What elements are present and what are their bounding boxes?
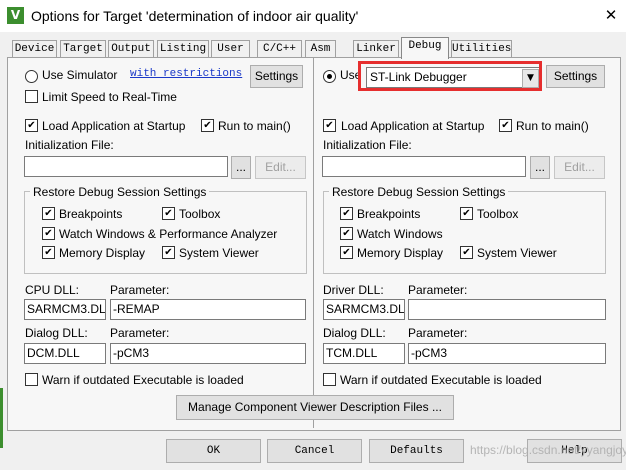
debugger-highlight-box (358, 61, 542, 91)
cancel-button[interactable]: Cancel (267, 439, 362, 463)
watermark-text: https://blog.csdn.net/yyangjoy1 (470, 443, 626, 457)
left-dialog-param-label: Parameter: (110, 326, 170, 340)
right-run-to-main-label: Run to main() (516, 119, 589, 133)
tab-listing[interactable]: Listing (157, 40, 209, 58)
left-warn-checkbox[interactable] (25, 373, 38, 386)
driver-param-label: Parameter: (408, 283, 468, 297)
right-init-file-label: Initialization File: (323, 138, 412, 152)
use-debugger-radio[interactable] (323, 70, 336, 83)
right-settings-button[interactable]: Settings (546, 65, 605, 88)
driver-dll-input[interactable]: SARMCM3.DLL (323, 299, 405, 320)
left-run-to-main-checkbox[interactable]: ✔ (201, 119, 214, 132)
left-system-viewer-label: System Viewer (179, 246, 259, 260)
close-icon[interactable]: ✕ (600, 4, 622, 26)
tab-target[interactable]: Target (60, 40, 106, 58)
left-toolbox-label: Toolbox (179, 207, 221, 221)
right-system-viewer-checkbox[interactable]: ✔ (460, 246, 473, 259)
right-dialog-dll-input[interactable]: TCM.DLL (323, 343, 405, 364)
tab-output[interactable]: Output (108, 40, 154, 58)
right-watch-checkbox[interactable]: ✔ (340, 227, 353, 240)
tab-c-cpp[interactable]: C/C++ (257, 40, 302, 58)
right-load-app-label: Load Application at Startup (341, 119, 485, 133)
left-breakpoints-label: Breakpoints (59, 207, 123, 221)
use-simulator-label: Use Simulator (42, 68, 118, 82)
tab-linker[interactable]: Linker (353, 40, 399, 58)
use-simulator-radio[interactable] (25, 70, 38, 83)
limit-speed-label: Limit Speed to Real-Time (42, 90, 177, 104)
left-load-app-checkbox[interactable]: ✔ (25, 119, 38, 132)
left-run-to-main-label: Run to main() (218, 119, 291, 133)
left-watch-label: Watch Windows & Performance Analyzer (59, 227, 278, 241)
right-toolbox-label: Toolbox (477, 207, 519, 221)
right-dialog-param-input[interactable]: -pCM3 (408, 343, 606, 364)
right-toolbox-checkbox[interactable]: ✔ (460, 207, 473, 220)
cpu-param-label: Parameter: (110, 283, 170, 297)
right-watch-label: Watch Windows (357, 227, 443, 241)
left-dialog-dll-input[interactable]: DCM.DLL (24, 343, 106, 364)
panel-divider (313, 58, 314, 428)
left-system-viewer-checkbox[interactable]: ✔ (162, 246, 175, 259)
right-memory-label: Memory Display (357, 246, 444, 260)
right-load-app-checkbox[interactable]: ✔ (323, 119, 336, 132)
right-browse-button[interactable]: ... (530, 156, 550, 179)
left-edit-button[interactable]: Edit... (255, 156, 306, 179)
cpu-dll-input[interactable]: SARMCM3.DLL (24, 299, 106, 320)
right-dialog-dll-label: Dialog DLL: (323, 326, 386, 340)
window-title: Options for Target 'determination of ind… (31, 8, 359, 24)
right-run-to-main-checkbox[interactable]: ✔ (499, 119, 512, 132)
tab-asm[interactable]: Asm (305, 40, 336, 58)
left-toolbox-checkbox[interactable]: ✔ (162, 207, 175, 220)
left-init-file-label: Initialization File: (25, 138, 114, 152)
left-dialog-param-input[interactable]: -pCM3 (110, 343, 306, 364)
left-load-app-label: Load Application at Startup (42, 119, 186, 133)
right-dialog-param-label: Parameter: (408, 326, 468, 340)
limit-speed-checkbox[interactable] (25, 90, 38, 103)
left-watch-checkbox[interactable]: ✔ (42, 227, 55, 240)
defaults-button[interactable]: Defaults (369, 439, 464, 463)
right-warn-label: Warn if outdated Executable is loaded (340, 373, 542, 387)
cpu-param-input[interactable]: -REMAP (110, 299, 306, 320)
cpu-dll-label: CPU DLL: (25, 283, 80, 297)
left-warn-label: Warn if outdated Executable is loaded (42, 373, 244, 387)
right-breakpoints-label: Breakpoints (357, 207, 421, 221)
manage-component-viewer-button[interactable]: Manage Component Viewer Description File… (176, 395, 454, 420)
left-restore-group-title: Restore Debug Session Settings (30, 185, 210, 199)
right-warn-checkbox[interactable] (323, 373, 336, 386)
right-system-viewer-label: System Viewer (477, 246, 557, 260)
right-restore-group-title: Restore Debug Session Settings (329, 185, 509, 199)
tab-user[interactable]: User (211, 40, 250, 58)
left-breakpoints-checkbox[interactable]: ✔ (42, 207, 55, 220)
with-restrictions-link[interactable]: with restrictions (130, 68, 242, 80)
driver-param-input[interactable] (408, 299, 606, 320)
tab-device[interactable]: Device (12, 40, 57, 58)
driver-dll-label: Driver DLL: (323, 283, 384, 297)
right-init-file-input[interactable] (322, 156, 526, 177)
ok-button[interactable]: OK (166, 439, 261, 463)
left-memory-label: Memory Display (59, 246, 146, 260)
left-init-file-input[interactable] (24, 156, 228, 177)
right-memory-checkbox[interactable]: ✔ (340, 246, 353, 259)
left-browse-button[interactable]: ... (231, 156, 251, 179)
left-memory-checkbox[interactable]: ✔ (42, 246, 55, 259)
tab-utilities[interactable]: Utilities (451, 40, 512, 58)
tab-debug[interactable]: Debug (401, 37, 449, 59)
left-settings-button[interactable]: Settings (250, 65, 303, 88)
left-dialog-dll-label: Dialog DLL: (25, 326, 88, 340)
right-edit-button[interactable]: Edit... (554, 156, 605, 179)
keil-app-icon: V (7, 7, 24, 24)
right-breakpoints-checkbox[interactable]: ✔ (340, 207, 353, 220)
left-edge-grip (0, 388, 3, 448)
